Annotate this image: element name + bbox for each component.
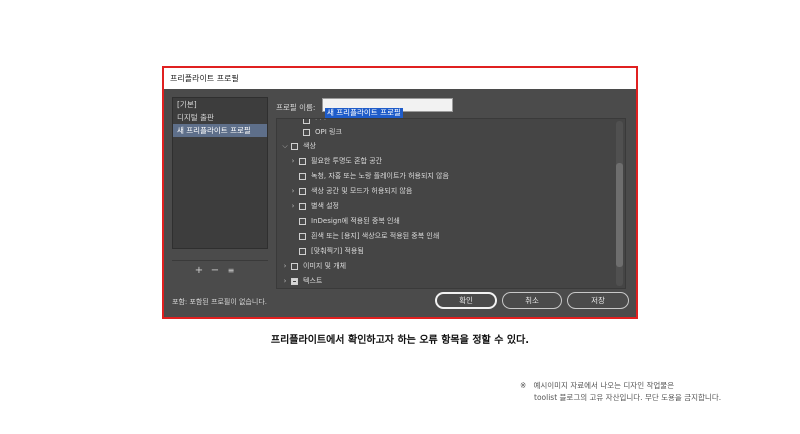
checkbox[interactable] xyxy=(299,247,306,255)
profile-name-input[interactable]: 새 프리플라이트 프로필 xyxy=(322,98,453,118)
footer-status: 포함: 포함된 프로필이 없습니다. xyxy=(172,298,267,306)
checkbox[interactable] xyxy=(299,187,306,195)
add-profile-button[interactable]: + xyxy=(194,265,204,277)
tree-row[interactable]: › 별색 설정 xyxy=(277,199,339,213)
profile-item-new[interactable]: 새 프리플라이트 프로필 xyxy=(173,124,267,137)
remove-profile-button[interactable]: − xyxy=(210,265,220,277)
tree-row[interactable]: ⌵ 색상 xyxy=(277,139,316,153)
tree-row[interactable]: › 이미지 및 개체 xyxy=(277,259,347,273)
checkbox[interactable] xyxy=(291,142,298,150)
list-divider xyxy=(172,260,268,261)
note-mark: ※ xyxy=(520,381,527,390)
checkbox-partial[interactable] xyxy=(291,277,298,285)
checkbox[interactable] xyxy=(299,157,306,165)
note-line2: toolist 블로그의 고유 자산입니다. 무단 도용을 금지합니다. xyxy=(534,393,722,402)
profile-name-value: 새 프리플라이트 프로필 xyxy=(325,108,403,118)
checkbox[interactable] xyxy=(299,202,306,210)
ok-button[interactable]: 확인 xyxy=(435,292,497,309)
tree-row[interactable]: › 필요한 투명도 혼합 공간 xyxy=(277,154,382,168)
copyright-note: ※ 예시이미지 자료에서 나오는 디자인 작업물은 toolist 블로그의 고… xyxy=(520,380,721,404)
dialog-body: [기본] 디지털 출판 새 프리플라이트 프로필 + − ≡ 프로필 이름: 새… xyxy=(164,89,636,317)
profile-list-controls: + − ≡ xyxy=(194,265,236,277)
preflight-profile-dialog: 프리플라이트 프로필 [기본] 디지털 출판 새 프리플라이트 프로필 + − … xyxy=(162,66,638,319)
checkbox[interactable] xyxy=(299,172,306,180)
cancel-button[interactable]: 취소 xyxy=(502,292,562,309)
tree-row[interactable]: InDesign에 적용된 중복 인쇄 xyxy=(277,214,400,228)
profile-item-digital-publishing[interactable]: 디지털 출판 xyxy=(173,111,267,124)
profile-menu-icon[interactable]: ≡ xyxy=(226,265,236,277)
checkbox[interactable] xyxy=(299,232,306,240)
tree-row[interactable]: › 텍스트 xyxy=(277,274,323,288)
save-button[interactable]: 저장 xyxy=(567,292,629,309)
caption: 프리플라이트에서 확인하고자 하는 오류 항목을 정할 수 있다. xyxy=(270,335,530,346)
profile-list: [기본] 디지털 출판 새 프리플라이트 프로필 xyxy=(172,97,268,249)
tree-row[interactable]: › 색상 공간 및 모드가 허용되지 않음 xyxy=(277,184,413,198)
tree-row[interactable]: OPI 링크 xyxy=(277,125,342,139)
tree-row[interactable]: 녹청, 자홍 또는 노랑 플레이트가 허용되지 않음 xyxy=(277,169,449,183)
chevron-right-icon[interactable]: › xyxy=(289,199,297,213)
tree-row[interactable]: 흰색 또는 [용지] 색상으로 적용된 중복 인쇄 xyxy=(277,229,439,243)
tree-scrollbar[interactable] xyxy=(616,121,623,286)
profile-name-label: 프로필 이름: xyxy=(276,103,316,112)
rules-tree[interactable]: · · · OPI 링크 ⌵ 색상 › 필요한 투명도 혼합 공간 녹청, 자홍… xyxy=(276,118,626,289)
checkbox[interactable] xyxy=(291,262,298,270)
chevron-right-icon[interactable]: › xyxy=(281,259,289,273)
dialog-title: 프리플라이트 프로필 xyxy=(164,68,636,89)
checkbox[interactable] xyxy=(299,217,306,225)
chevron-down-icon[interactable]: ⌵ xyxy=(281,139,289,153)
profile-item-default[interactable]: [기본] xyxy=(173,98,267,111)
tree-row[interactable]: [맞춰찍기] 적용됨 xyxy=(277,244,364,258)
scrollbar-thumb[interactable] xyxy=(616,163,623,267)
chevron-right-icon[interactable]: › xyxy=(289,154,297,168)
chevron-right-icon[interactable]: › xyxy=(281,274,289,288)
chevron-right-icon[interactable]: › xyxy=(289,184,297,198)
checkbox[interactable] xyxy=(303,128,310,136)
note-line1: 예시이미지 자료에서 나오는 디자인 작업물은 xyxy=(533,381,675,390)
